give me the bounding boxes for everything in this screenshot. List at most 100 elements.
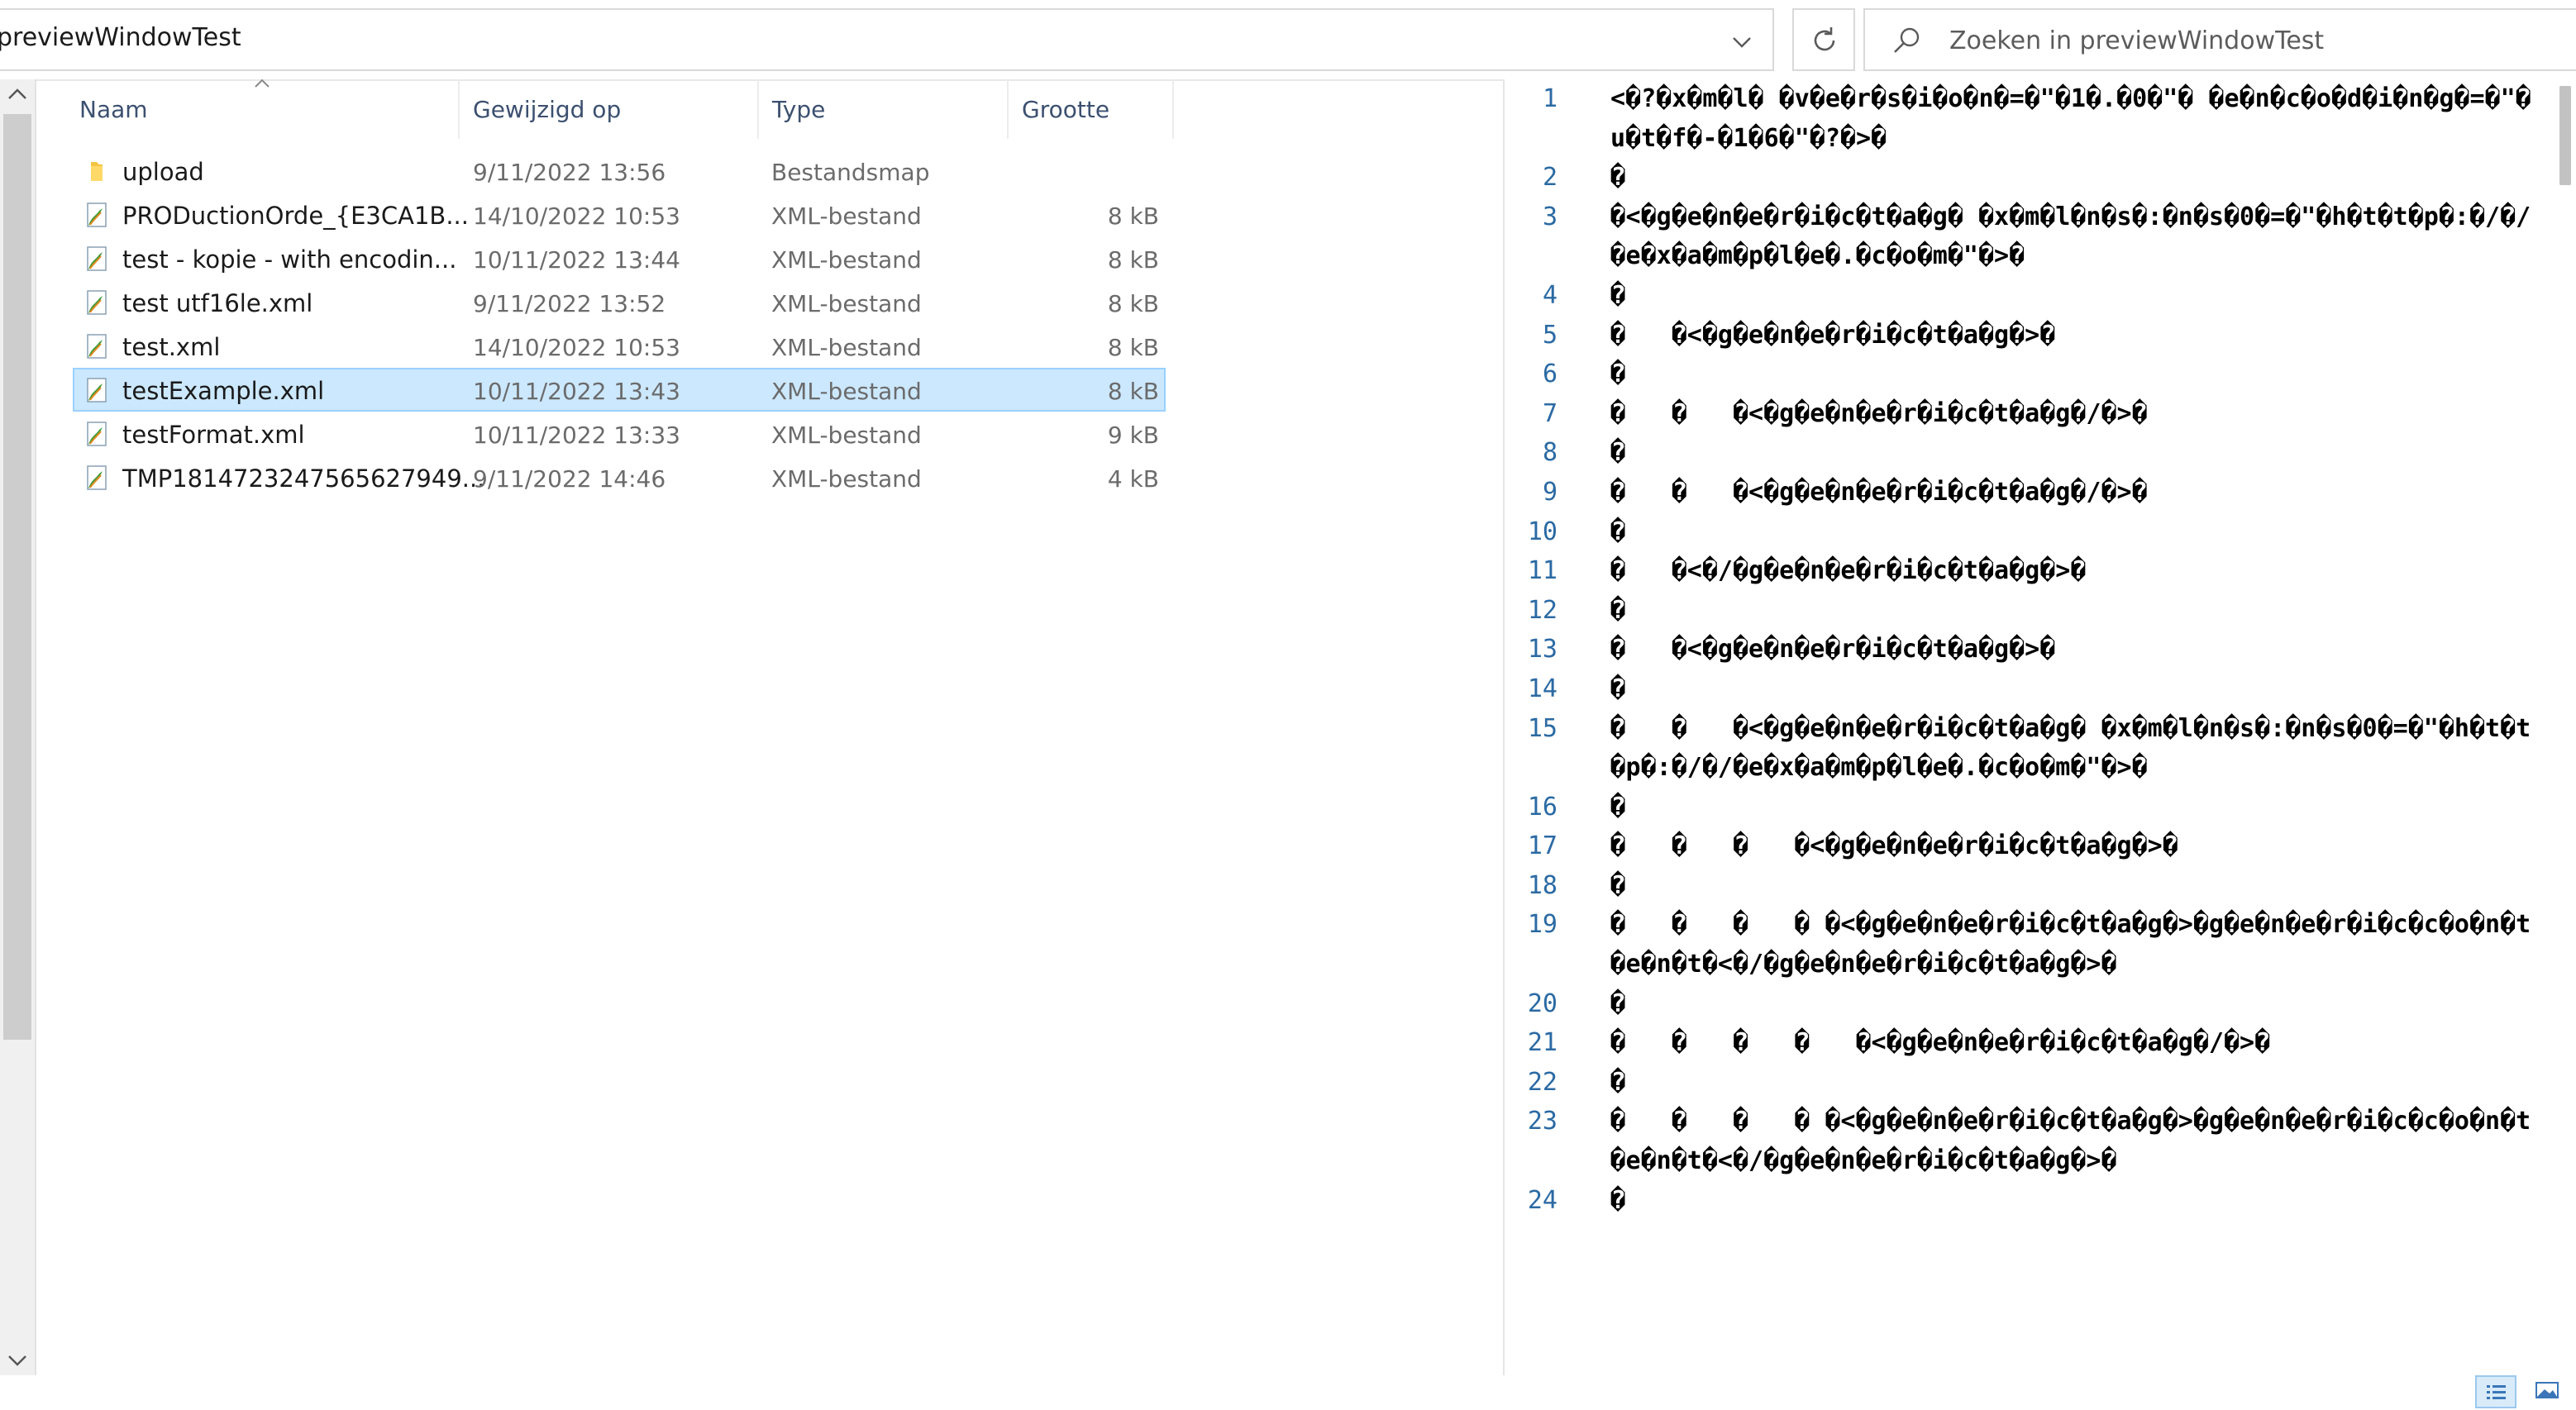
file-modified: 10/11/2022 13:43: [473, 378, 680, 405]
sort-ascending-icon: [255, 79, 270, 88]
column-header-name[interactable]: Naam: [66, 79, 460, 139]
preview-line: 20 �: [1505, 984, 2541, 1024]
line-number: 15: [1527, 713, 1558, 743]
file-name[interactable]: upload: [122, 158, 204, 186]
file-name[interactable]: PRODuctionOrde_{E3CA1B...: [122, 202, 469, 230]
line-text: � � � � �<�g�e�n�e�r�i�c�t�a�g�>�g�e�n�e…: [1610, 1107, 2531, 1176]
line-number: 20: [1527, 988, 1558, 1018]
preview-line: 1 <�?�x�m�l� �v�e�r�s�i�o�n�=�"�1�.�0�"� …: [1505, 79, 2541, 158]
line-number: 8: [1542, 438, 1558, 468]
xml-file-icon: [87, 202, 107, 227]
preview-line: 2 �: [1505, 158, 2541, 198]
preview-line: 5 � �<�g�e�n�e�r�i�c�t�a�g�>�: [1505, 316, 2541, 355]
details-view-button[interactable]: [2475, 1375, 2516, 1408]
file-modified: 14/10/2022 10:53: [473, 334, 680, 361]
line-number: 18: [1527, 870, 1558, 900]
file-modified: 10/11/2022 13:44: [473, 246, 680, 274]
line-number: 11: [1527, 556, 1558, 586]
file-name[interactable]: TMP1814723247565627949...: [122, 464, 484, 493]
line-number: 10: [1527, 517, 1558, 546]
preview-line: 17 � � � �<�g�e�n�e�r�i�c�t�a�g�>�: [1505, 826, 2541, 866]
address-bar[interactable]: previewWindowTest: [0, 8, 1774, 71]
scrollbar-thumb[interactable]: [3, 114, 31, 1040]
refresh-icon: [1814, 27, 1835, 51]
line-text: � �<�g�e�n�e�r�i�c�t�a�g�>�: [1610, 635, 2056, 665]
column-header-name-label: Naam: [79, 96, 148, 123]
file-name[interactable]: testFormat.xml: [122, 421, 305, 449]
file-row[interactable]: testExample.xml 10/11/2022 13:43 XML-besta…: [73, 368, 1166, 412]
preview-line: 15 � � �<�g�e�n�e�r�i�c�t�a�g� �x�m�l�n�s…: [1505, 709, 2541, 788]
refresh-button[interactable]: [1792, 8, 1855, 71]
line-number: 7: [1542, 398, 1558, 428]
file-name[interactable]: test.xml: [122, 333, 220, 361]
line-text: �: [1610, 870, 1626, 900]
details-view-icon: [2487, 1385, 2506, 1399]
line-text: � � �<�g�e�n�e�r�i�c�t�a�g�/�>�: [1610, 398, 2148, 428]
file-list: upload 9/11/2022 13:56 Bestandsmap PRODucti…: [73, 149, 1166, 499]
preview-line: 22 �: [1505, 1063, 2541, 1103]
file-row[interactable]: testFormat.xml 10/11/2022 13:33 XML-bestan…: [73, 412, 1166, 455]
file-row[interactable]: upload 9/11/2022 13:56 Bestandsmap: [73, 149, 1166, 193]
line-number: 16: [1527, 792, 1558, 822]
file-modified: 9/11/2022 13:52: [473, 290, 666, 317]
column-header-size[interactable]: Grootte: [1009, 79, 1174, 139]
line-text: �: [1610, 595, 1626, 625]
line-text: � � � �<�g�e�n�e�r�i�c�t�a�g�>�: [1610, 831, 2178, 861]
preview-scrollbar[interactable]: [2553, 79, 2576, 1375]
column-headers: Naam Gewijzigd op Type Grootte: [66, 79, 1174, 139]
preview-pane[interactable]: 1 <�?�x�m�l� �v�e�r�s�i�o�n�=�"�1�.�0�"� …: [1503, 79, 2576, 1375]
preview-line: 6 �: [1505, 355, 2541, 394]
preview-line: 24 �: [1505, 1181, 2541, 1221]
line-number: 12: [1527, 595, 1558, 625]
file-row[interactable]: test utf16le.xml 9/11/2022 13:52 XML-besta…: [73, 280, 1166, 324]
file-size: 8 kB: [1107, 378, 1159, 405]
line-text: � �<�/�g�e�n�e�r�i�c�t�a�g�>�: [1610, 556, 2087, 586]
file-row[interactable]: test.xml 14/10/2022 10:53 XML-bestand 8 kB: [73, 324, 1166, 368]
file-modified: 14/10/2022 10:53: [473, 202, 680, 230]
address-path[interactable]: previewWindowTest: [0, 23, 241, 52]
file-name[interactable]: test utf16le.xml: [122, 289, 312, 317]
file-list-scrollbar[interactable]: [0, 79, 36, 1375]
preview-scrollbar-thumb[interactable]: [2559, 86, 2571, 185]
file-row[interactable]: PRODuctionOrde_{E3CA1B... 14/10/2022 10:5…: [73, 193, 1166, 236]
line-text: �: [1610, 280, 1626, 310]
line-number: 19: [1527, 910, 1558, 940]
folder-icon: [91, 162, 103, 181]
file-type: XML-bestand: [771, 378, 922, 405]
line-text: � �<�g�e�n�e�r�i�c�t�a�g�>�: [1610, 320, 2056, 350]
file-name[interactable]: test - kopie - with encodin...: [122, 245, 456, 274]
column-header-size-label: Grootte: [1022, 96, 1110, 123]
scroll-up-arrow-icon[interactable]: [7, 86, 28, 102]
xml-file-icon: [87, 465, 107, 490]
line-text: �<�g�e�n�e�r�i�c�t�a�g� �x�m�l�n�s�:�n�s…: [1610, 202, 2531, 271]
line-text: �: [1610, 674, 1626, 703]
file-size: 8 kB: [1107, 334, 1159, 361]
xml-file-icon: [87, 334, 107, 359]
file-type: XML-bestand: [771, 202, 922, 230]
line-number: 1: [1542, 84, 1558, 113]
file-modified: 10/11/2022 13:33: [473, 422, 680, 449]
column-header-modified[interactable]: Gewijzigd op: [460, 79, 759, 139]
line-text: �: [1610, 517, 1626, 546]
file-modified: 9/11/2022 13:56: [473, 159, 666, 186]
scroll-down-arrow-icon[interactable]: [7, 1352, 28, 1369]
line-number: 5: [1542, 320, 1558, 350]
file-row[interactable]: test - kopie - with encodin... 10/11/2022…: [73, 236, 1166, 280]
search-box[interactable]: [1863, 8, 2576, 71]
line-number: 3: [1542, 202, 1558, 231]
status-bar: [0, 1375, 2576, 1410]
line-text: �: [1610, 988, 1626, 1018]
file-row[interactable]: TMP1814723247565627949... 9/11/2022 14:46…: [73, 455, 1166, 499]
file-name[interactable]: testExample.xml: [122, 377, 324, 405]
chevron-down-icon[interactable]: [1731, 31, 1753, 53]
line-number: 13: [1527, 635, 1558, 665]
search-input[interactable]: [1948, 20, 2530, 61]
line-number: 23: [1527, 1107, 1558, 1136]
column-header-type[interactable]: Type: [759, 79, 1009, 139]
large-icons-view-button[interactable]: [2526, 1375, 2568, 1408]
file-type: Bestandsmap: [771, 159, 930, 186]
preview-line: 13 � �<�g�e�n�e�r�i�c�t�a�g�>�: [1505, 630, 2541, 669]
preview-line: 7 � � �<�g�e�n�e�r�i�c�t�a�g�/�>�: [1505, 394, 2541, 434]
line-text: �: [1610, 1067, 1626, 1097]
file-type: XML-bestand: [771, 465, 922, 493]
